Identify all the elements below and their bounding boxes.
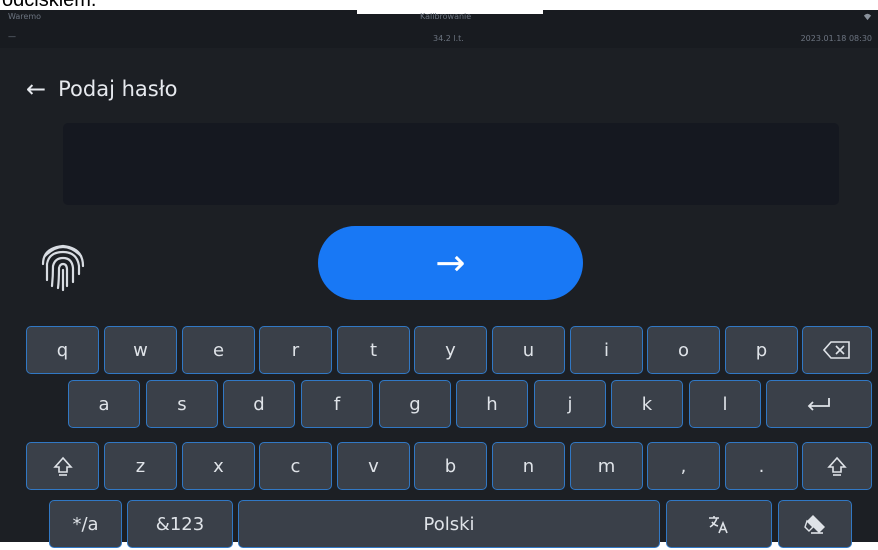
key-comma[interactable]: ,: [647, 442, 720, 490]
enter-key[interactable]: [766, 380, 872, 428]
key-r[interactable]: r: [259, 326, 332, 374]
key-b[interactable]: b: [414, 442, 487, 490]
key-k[interactable]: k: [611, 380, 683, 428]
keyboard-row-2: a s d f g h j k l: [0, 380, 878, 430]
fingerprint-icon[interactable]: [37, 236, 89, 292]
submit-button[interactable]: →: [318, 226, 583, 300]
hide-keyboard-icon: [804, 515, 825, 534]
device-screen: Waremo Kalibrowanie — 34.2 l.t. 2023.01.…: [0, 6, 878, 548]
space-key[interactable]: Polski: [238, 500, 660, 548]
key-h[interactable]: h: [456, 380, 528, 428]
status-left-mark: —: [8, 32, 16, 41]
page-fragment-text: odciskiem.: [2, 0, 96, 10]
key-d[interactable]: d: [223, 380, 295, 428]
status-bar: Waremo Kalibrowanie — 34.2 l.t. 2023.01.…: [0, 6, 878, 48]
shift-key-right[interactable]: [802, 442, 872, 490]
key-m[interactable]: m: [570, 442, 643, 490]
wifi-icon: [863, 12, 872, 21]
key-period[interactable]: .: [725, 442, 798, 490]
back-arrow-icon[interactable]: ←: [26, 75, 46, 103]
keyboard-row-4: */a &123 Polski: [0, 500, 878, 550]
backspace-key[interactable]: [802, 326, 872, 374]
key-z[interactable]: z: [104, 442, 177, 490]
shift-icon: [52, 456, 73, 476]
status-datetime: 2023.01.18 08:30: [800, 34, 872, 43]
key-a[interactable]: a: [68, 380, 140, 428]
status-mid-center: 34.2 l.t.: [433, 34, 464, 43]
page-title: Podaj hasło: [58, 77, 178, 101]
enter-icon: [807, 398, 830, 411]
key-t[interactable]: t: [337, 326, 410, 374]
key-y[interactable]: y: [414, 326, 487, 374]
status-top-left: Waremo: [8, 12, 42, 21]
backspace-icon: [823, 341, 850, 359]
key-s[interactable]: s: [146, 380, 218, 428]
key-l[interactable]: l: [689, 380, 761, 428]
shift-key-left[interactable]: [26, 442, 99, 490]
numbers-key[interactable]: &123: [127, 500, 233, 548]
key-w[interactable]: w: [104, 326, 177, 374]
arrow-right-icon: →: [435, 242, 466, 284]
key-x[interactable]: x: [182, 442, 255, 490]
key-o[interactable]: o: [647, 326, 720, 374]
key-p[interactable]: p: [725, 326, 798, 374]
page-header: ← Podaj hasło: [26, 74, 178, 104]
status-top-center: Kalibrowanie: [420, 12, 472, 21]
keyboard-row-1: q w e r t y u i o p: [0, 326, 878, 376]
key-f[interactable]: f: [301, 380, 373, 428]
key-c[interactable]: c: [259, 442, 332, 490]
key-e[interactable]: e: [182, 326, 255, 374]
key-q[interactable]: q: [26, 326, 99, 374]
hide-keyboard-key[interactable]: [778, 500, 852, 548]
language-key[interactable]: [666, 500, 772, 548]
password-input[interactable]: [63, 123, 839, 205]
key-u[interactable]: u: [492, 326, 565, 374]
key-g[interactable]: g: [379, 380, 451, 428]
symbols-key[interactable]: */a: [49, 500, 122, 548]
translate-icon: [709, 516, 728, 534]
keyboard-row-3: z x c v b n m , .: [0, 442, 878, 492]
key-v[interactable]: v: [337, 442, 410, 490]
key-n[interactable]: n: [492, 442, 565, 490]
shift-icon: [827, 456, 847, 476]
key-i[interactable]: i: [570, 326, 643, 374]
key-j[interactable]: j: [534, 380, 606, 428]
